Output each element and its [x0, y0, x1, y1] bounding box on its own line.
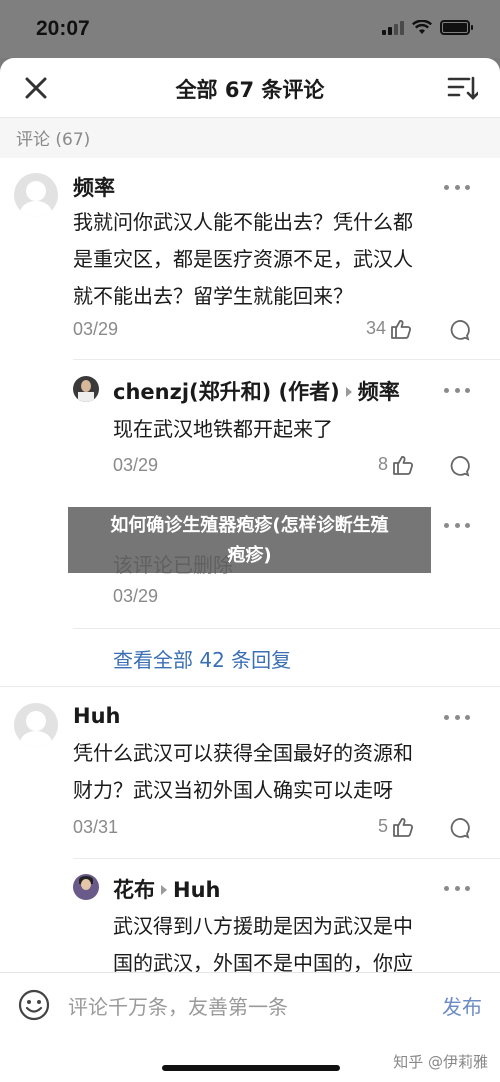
comment-input[interactable]: 评论千万条，友善第一条 — [68, 991, 288, 1020]
watermark: 知乎 @伊莉雅 — [393, 1053, 488, 1071]
section-label: 评论 (67) — [0, 118, 500, 158]
reply-author-line: 花布 Huh — [113, 874, 220, 904]
like-button[interactable]: 34 — [366, 318, 412, 339]
reply-icon[interactable] — [448, 817, 470, 839]
comment-date: 03/31 — [73, 817, 119, 837]
emoji-icon[interactable] — [18, 989, 50, 1021]
avatar[interactable] — [14, 173, 58, 217]
more-options-icon[interactable] — [444, 715, 470, 723]
reply-to-author[interactable]: 频率 — [358, 380, 400, 404]
signal-icon — [382, 20, 404, 35]
thumbs-up-icon — [391, 319, 412, 339]
status-icons — [382, 20, 473, 35]
wifi-icon — [412, 20, 432, 34]
reply-author[interactable]: 花布 — [113, 878, 155, 902]
avatar[interactable] — [73, 376, 99, 402]
reply-text: 武汉得到八方援助是因为武汉是中 国的武汉，外国不是中国的，你应 — [113, 914, 413, 975]
reply-date: 03/29 — [113, 455, 159, 475]
reply-arrow-icon — [161, 884, 167, 895]
comment-date: 03/29 — [73, 319, 119, 339]
more-options-icon[interactable] — [444, 886, 470, 894]
publish-button[interactable]: 发布 — [442, 991, 482, 1020]
like-count: 5 — [378, 816, 389, 836]
reply-arrow-icon — [345, 386, 352, 397]
reply-text: 现在武汉地铁都开起来了 — [113, 417, 333, 441]
more-options-icon[interactable] — [444, 185, 470, 193]
reply-to-author[interactable]: Huh — [173, 878, 220, 902]
home-indicator — [162, 1065, 340, 1071]
status-time: 20:07 — [36, 17, 90, 40]
overlay-banner: 如何确诊生殖器疱疹(怎样诊断生殖 疱疹) — [68, 507, 431, 573]
divider — [73, 359, 500, 360]
page-title: 全部 67 条评论 — [175, 78, 325, 102]
reply-icon[interactable] — [448, 319, 470, 341]
avatar[interactable] — [14, 703, 58, 747]
divider — [0, 686, 500, 687]
thumbs-up-icon — [393, 455, 414, 475]
reply-author-line: chenzj(郑升和) (作者) 频率 — [113, 376, 400, 406]
reply-date: 03/29 — [113, 586, 159, 606]
divider — [73, 628, 500, 629]
reply-author[interactable]: chenzj(郑升和) (作者) — [113, 380, 340, 404]
comment-text: 我就问你武汉人能不能出去？凭什么都 是重灾区，都是医疗资源不足，武汉人 就不能出… — [73, 210, 413, 308]
view-all-replies-link[interactable]: 查看全部 42 条回复 — [113, 644, 291, 673]
more-options-icon[interactable] — [444, 523, 470, 531]
more-options-icon[interactable] — [444, 388, 470, 396]
thumbs-up-icon — [393, 817, 414, 837]
battery-icon — [440, 20, 473, 35]
like-button[interactable]: 8 — [378, 454, 414, 475]
like-count: 34 — [366, 318, 387, 338]
comment-author[interactable]: 频率 — [73, 172, 115, 202]
like-count: 8 — [378, 454, 389, 474]
comment-text: 凭什么武汉可以获得全国最好的资源和 财力？武汉当初外国人确实可以走呀 — [73, 741, 413, 802]
avatar[interactable] — [73, 874, 99, 900]
reply-icon[interactable] — [448, 455, 470, 477]
comments-header: 全部 67 条评论 — [0, 58, 500, 118]
sort-icon[interactable] — [446, 74, 478, 102]
divider — [73, 858, 500, 859]
comment-author[interactable]: Huh — [73, 704, 120, 728]
like-button[interactable]: 5 — [378, 816, 414, 837]
status-bar: 20:07 — [0, 0, 500, 58]
